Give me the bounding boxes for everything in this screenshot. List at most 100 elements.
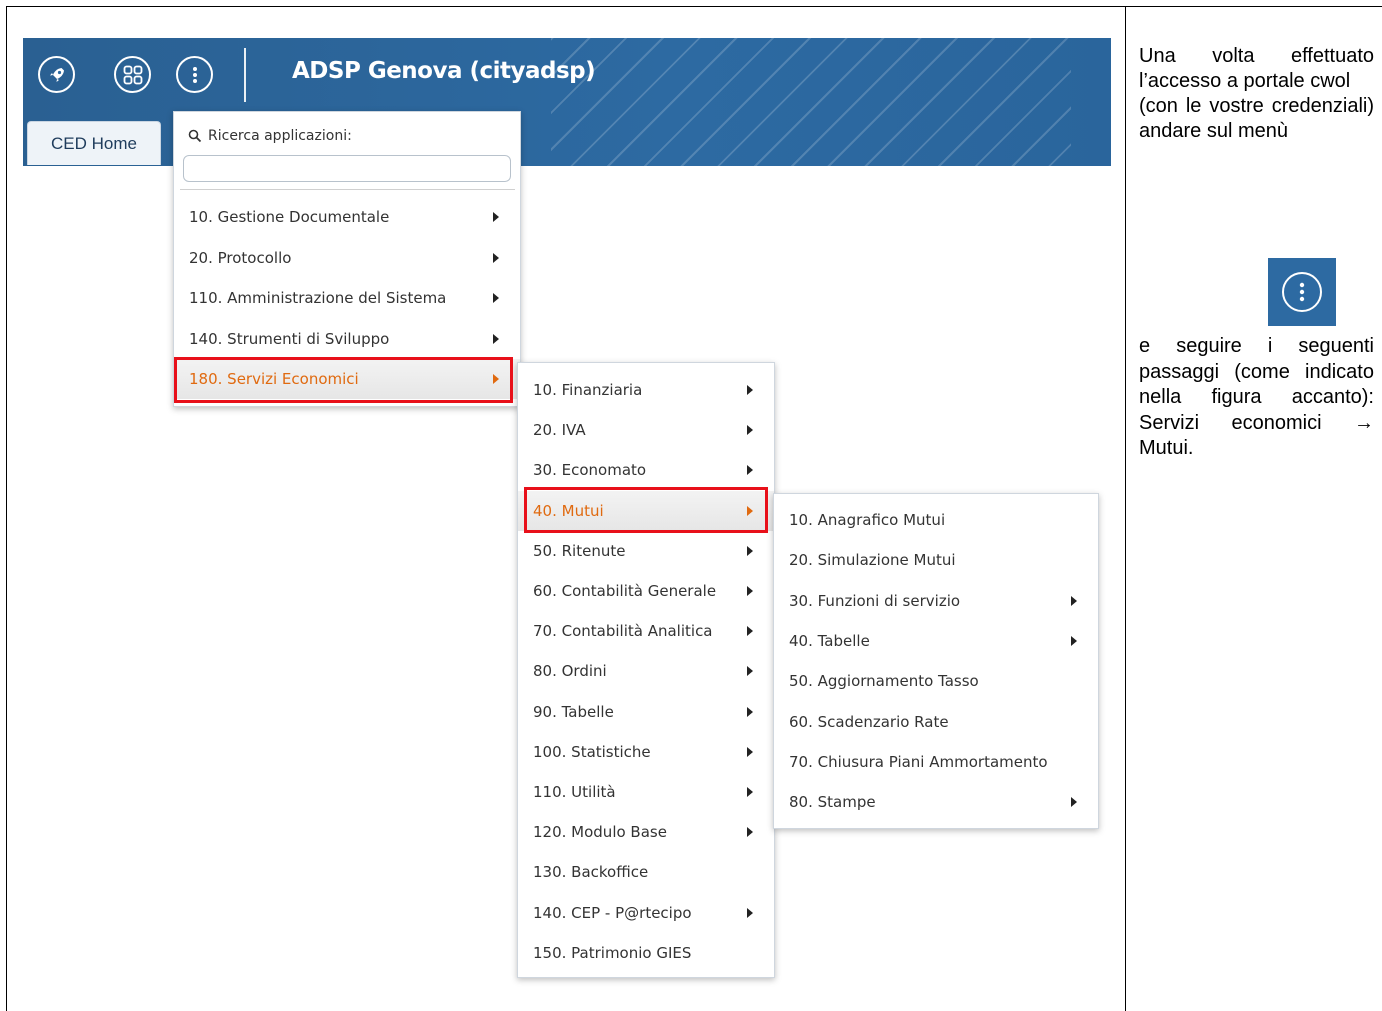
menu-item-label: 10. Gestione Documentale [189, 208, 390, 226]
menu-item-label: 130. Backoffice [533, 863, 649, 882]
submenu-arrow-icon [747, 505, 753, 516]
menu-item-90-tabelle[interactable]: 90. Tabelle [518, 692, 774, 732]
menu-item-label: 120. Modulo Base [533, 823, 667, 842]
menu-item-10-gestione-documentale[interactable]: 10. Gestione Documentale [174, 197, 520, 237]
submenu-arrow-icon [747, 787, 753, 797]
submenu-arrow-icon [493, 212, 499, 222]
menu-item-label: 40. Tabelle [789, 631, 870, 650]
submenu-arrow-icon [747, 586, 753, 596]
menu-item-80-stampe[interactable]: 80. Stampe [774, 782, 1098, 822]
tab-ced-home[interactable]: CED Home [27, 121, 161, 165]
app-title: ADSP Genova (cityadsp) [292, 58, 596, 84]
instructions-text: Una volta effettuato l’accesso a portale… [1139, 44, 1374, 144]
menu-item-140-cep-p-rtecipo[interactable]: 140. CEP - P@rtecipo [518, 893, 774, 933]
submenu-arrow-icon [747, 545, 753, 556]
kebab-example-circle [1282, 272, 1322, 312]
apps-grid-icon [123, 65, 142, 84]
menu-item-label: 60. Scadenzario Rate [789, 712, 949, 731]
menu-item-label: 20. Simulazione Mutui [789, 551, 956, 570]
menu-item-label: 70. Contabilità Analitica [533, 622, 713, 641]
table-border-left [6, 6, 7, 1011]
menu-item-20-iva[interactable]: 20. IVA [518, 410, 774, 450]
instructions-part2: (con le vostre credenziali) andare sul m… [1139, 95, 1374, 142]
menu-item-label: 180. Servizi Economici [189, 370, 359, 388]
submenu-arrow-icon [747, 907, 753, 918]
apps-button[interactable] [114, 56, 151, 93]
search-label-text: Ricerca applicazioni: [208, 128, 352, 144]
rocket-icon [49, 67, 64, 82]
menu-item-label: 110. Utilità [533, 783, 616, 801]
submenu-arrow-icon [493, 374, 499, 384]
main-dropdown-menu: Ricerca applicazioni: 10. Gestione Docum… [173, 111, 521, 407]
kebab-menu-example [1268, 258, 1336, 326]
menu-item-60-contabilit-generale[interactable]: 60. Contabilità Generale [518, 571, 774, 611]
table-border-divider [1125, 6, 1126, 1011]
menu-item-10-finanziaria[interactable]: 10. Finanziaria [518, 370, 774, 410]
submenu-arrow-icon [747, 465, 753, 476]
table-border-top [6, 6, 1382, 7]
menu-item-150-patrimonio-gies[interactable]: 150. Patrimonio GIES [518, 933, 774, 973]
submenu-arrow-icon [493, 293, 499, 303]
search-separator [180, 189, 515, 190]
menu-item-label: 100. Statistiche [533, 742, 651, 761]
search-icon [188, 129, 202, 143]
menu-item-50-ritenute[interactable]: 50. Ritenute [518, 531, 774, 571]
menu-item-label: 10. Finanziaria [533, 381, 643, 399]
menu-item-60-scadenzario-rate[interactable]: 60. Scadenzario Rate [774, 702, 1098, 742]
menu-item-20-protocollo[interactable]: 20. Protocollo [174, 238, 520, 278]
search-input[interactable] [183, 155, 511, 182]
menu-item-label: 20. Protocollo [189, 248, 292, 267]
submenu-arrow-icon [747, 385, 753, 395]
menu-item-30-funzioni-di-servizio[interactable]: 30. Funzioni di servizio [774, 581, 1098, 621]
instructions-part3: e seguire i seguenti passaggi (come indi… [1139, 335, 1374, 409]
menu-item-180-servizi-economici[interactable]: 180. Servizi Economici [174, 359, 520, 399]
menu-item-label: 30. Economato [533, 461, 647, 480]
menu-item-label: 150. Patrimonio GIES [533, 943, 692, 962]
menu-item-140-strumenti-di-sviluppo[interactable]: 140. Strumenti di Sviluppo [174, 319, 520, 359]
menu-item-110-utilit[interactable]: 110. Utilità [518, 772, 774, 812]
menu-item-130-backoffice[interactable]: 130. Backoffice [518, 852, 774, 892]
menu-item-label: 80. Ordini [533, 662, 607, 681]
menu-item-label: 70. Chiusura Piani Ammortamento [789, 752, 1048, 771]
servizi-economici-submenu: 10. Finanziaria 20. IVA 30. Economato 40. M… [517, 362, 775, 978]
menu-item-30-economato[interactable]: 30. Economato [518, 450, 774, 490]
menu-item-label: 140. Strumenti di Sviluppo [189, 329, 390, 348]
menu-item-label: 30. Funzioni di servizio [789, 591, 961, 610]
submenu-arrow-icon [747, 827, 753, 838]
submenu-arrow-icon [1071, 635, 1077, 646]
submenu-arrow-icon [747, 706, 753, 717]
menu-item-10-anagrafico-mutui[interactable]: 10. Anagrafico Mutui [774, 500, 1098, 540]
menu-item-label: 80. Stampe [789, 793, 876, 812]
menu-item-label: 110. Amministrazione del Sistema [189, 289, 447, 307]
instructions-path: Servizi economici → Mutui. [1139, 411, 1374, 460]
menu-item-70-contabilit-analitica[interactable]: 70. Contabilità Analitica [518, 611, 774, 651]
menu-item-label: 20. IVA [533, 421, 586, 440]
menu-item-label: 50. Aggiornamento Tasso [789, 672, 979, 691]
instructions-steps: e seguire i seguenti passaggi (come indi… [1139, 334, 1374, 462]
menu-item-label: 10. Anagrafico Mutui [789, 511, 946, 529]
menu-item-40-tabelle[interactable]: 40. Tabelle [774, 621, 1098, 661]
menu-item-50-aggiornamento-tasso[interactable]: 50. Aggiornamento Tasso [774, 661, 1098, 701]
menu-item-label: 140. CEP - P@rtecipo [533, 903, 692, 922]
header-pattern [551, 38, 1071, 166]
menu-item-120-modulo-base[interactable]: 120. Modulo Base [518, 812, 774, 852]
kebab-menu-icon [1299, 282, 1305, 302]
header-divider [244, 48, 246, 102]
submenu-arrow-icon [1071, 595, 1077, 606]
submenu-arrow-icon [747, 666, 753, 677]
mutui-submenu: 10. Anagrafico Mutui 20. Simulazione Mutu… [773, 493, 1099, 829]
menu-item-label: 50. Ritenute [533, 541, 626, 560]
menu-item-100-statistiche[interactable]: 100. Statistiche [518, 732, 774, 772]
submenu-arrow-icon [747, 746, 753, 757]
menu-item-80-ordini[interactable]: 80. Ordini [518, 651, 774, 691]
search-label: Ricerca applicazioni: [188, 128, 352, 144]
kebab-menu-button[interactable] [176, 56, 213, 93]
rocket-button[interactable] [38, 56, 75, 93]
submenu-arrow-icon [493, 333, 499, 344]
menu-item-110-amministrazione-del-sistema[interactable]: 110. Amministrazione del Sistema [174, 278, 520, 318]
menu-item-label: 40. Mutui [533, 501, 604, 520]
menu-item-40-mutui[interactable]: 40. Mutui [518, 490, 774, 531]
menu-item-70-chiusura-piani-ammortamento[interactable]: 70. Chiusura Piani Ammortamento [774, 742, 1098, 782]
menu-item-20-simulazione-mutui[interactable]: 20. Simulazione Mutui [774, 540, 1098, 580]
kebab-menu-icon [192, 66, 197, 83]
